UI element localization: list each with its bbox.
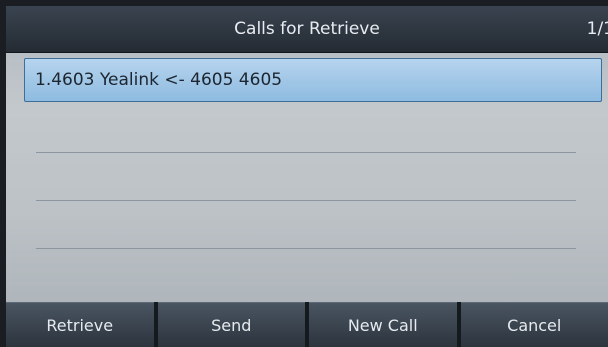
row-divider (36, 200, 576, 201)
retrieve-button[interactable]: Retrieve (6, 302, 154, 347)
cancel-button[interactable]: Cancel (460, 302, 608, 347)
list-item[interactable]: 1.4603 Yealink <- 4605 4605 (24, 58, 602, 102)
send-button[interactable]: Send (157, 302, 305, 347)
call-list: 1.4603 Yealink <- 4605 4605 (24, 58, 602, 102)
row-divider (36, 248, 576, 249)
new-call-button[interactable]: New Call (309, 302, 457, 347)
phone-screen: Calls for Retrieve 1/1 1.4603 Yealink <-… (6, 6, 608, 347)
softkey-bar: Retrieve Send New Call Cancel (6, 302, 608, 347)
page-indicator: 1/1 (586, 19, 608, 39)
row-divider (36, 152, 576, 153)
screen-title: Calls for Retrieve (234, 19, 380, 39)
list-item-label: 1.4603 Yealink <- 4605 4605 (35, 70, 283, 90)
title-bar: Calls for Retrieve 1/1 (6, 6, 608, 53)
